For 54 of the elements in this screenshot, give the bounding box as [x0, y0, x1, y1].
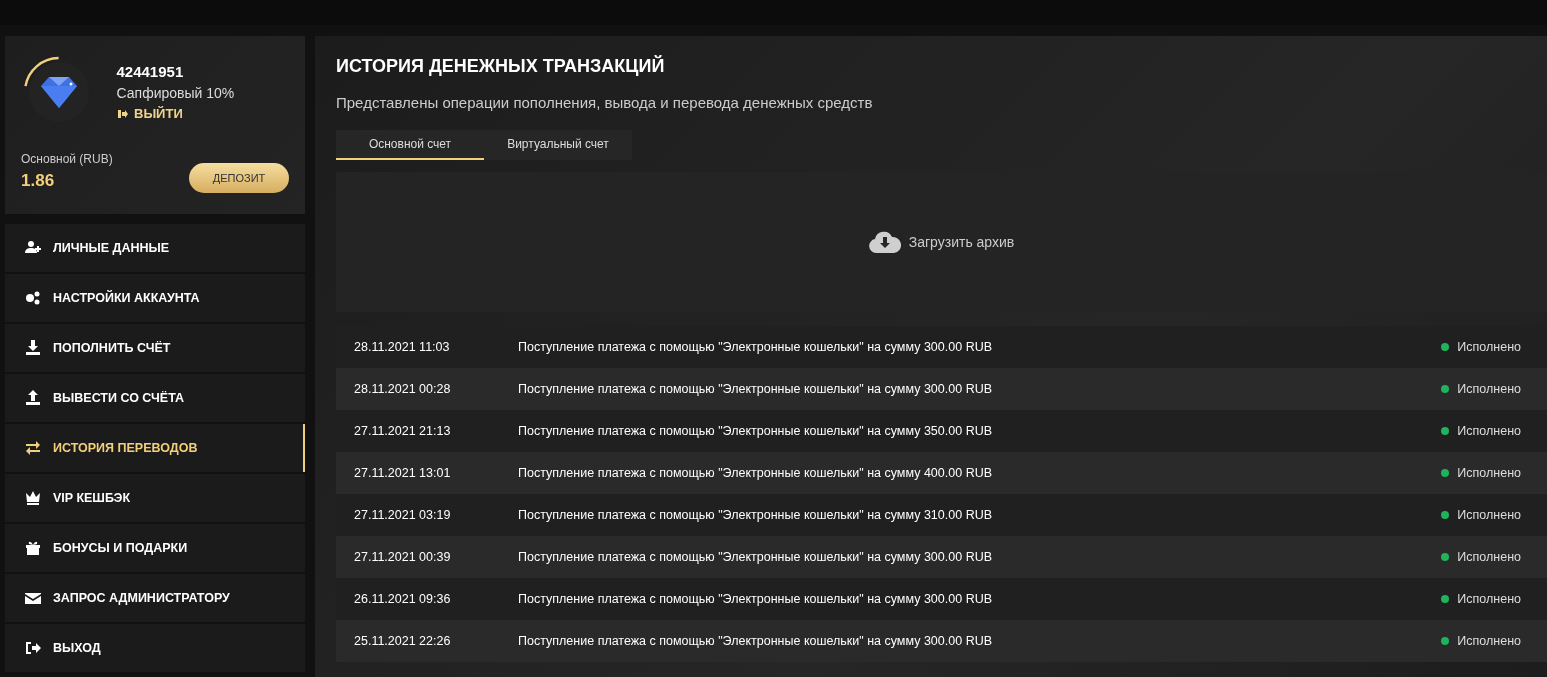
transaction-date: 26.11.2021 09:36	[354, 590, 452, 608]
transaction-description: Поступление платежа с помощью "Электронные кошельки" на сумму 300.00 RUB	[518, 590, 994, 608]
sidebar-item[interactable]: ПОПОЛНИТЬ СЧЁТ	[5, 324, 305, 372]
status-text: Исполнено	[1457, 422, 1521, 440]
level-name: Сапфировый 10%	[116, 84, 235, 103]
upload-icon	[25, 390, 41, 406]
status-text: Исполнено	[1457, 506, 1521, 524]
status-text: Исполнено	[1457, 548, 1521, 566]
sidebar-item[interactable]: ВЫХОД	[5, 624, 305, 672]
download-archive-button[interactable]: Загрузить архив	[862, 230, 1021, 255]
account-tab[interactable]: Виртуальный счет	[484, 130, 632, 161]
sidebar-item[interactable]: ИСТОРИЯ ПЕРЕВОДОВ	[5, 424, 305, 472]
transaction-description: Поступление платежа с помощью "Электронные кошельки" на сумму 300.00 RUB	[518, 380, 994, 398]
transaction-description: Поступление платежа с помощью "Электронные кошельки" на сумму 310.00 RUB	[518, 506, 994, 524]
transfer-arrows-icon	[25, 440, 41, 456]
transaction-description: Поступление платежа с помощью "Электронные кошельки" на сумму 300.00 RUB	[518, 338, 994, 356]
status-text: Исполнено	[1457, 380, 1521, 398]
sidebar-item[interactable]: ЗАПРОС АДМИНИСТРАТОРУ	[5, 574, 305, 622]
sidebar-item[interactable]: НАСТРОЙКИ АККАУНТА	[5, 274, 305, 322]
cloud-download-icon	[868, 231, 901, 254]
user-add-icon	[25, 240, 41, 256]
status-text: Исполнено	[1457, 590, 1521, 608]
transaction-date: 27.11.2021 21:13	[354, 422, 452, 440]
account-tab[interactable]: Основной счет	[336, 130, 484, 161]
sidebar-item[interactable]: ВЫВЕСТИ СО СЧЁТА	[5, 374, 305, 422]
transaction-date: 27.11.2021 03:19	[354, 506, 452, 524]
status-text: Исполнено	[1457, 464, 1521, 482]
page-subtitle: Представлены операции пополнения, вывода и перевода денежных средств	[336, 92, 874, 113]
transaction-description: Поступление платежа с помощью "Электронные кошельки" на сумму 300.00 RUB	[518, 632, 994, 650]
logout-icon	[25, 640, 41, 656]
transaction-date: 27.11.2021 00:39	[354, 548, 452, 566]
page-title: ИСТОРИЯ ДЕНЕЖНЫХ ТРАНЗАКЦИЙ	[336, 56, 666, 78]
status-text: Исполнено	[1457, 632, 1521, 650]
logout-link[interactable]: ВЫЙТИ	[116, 104, 235, 124]
transaction-date: 28.11.2021 00:28	[354, 380, 452, 398]
gift-icon	[25, 540, 41, 556]
download-icon	[25, 340, 41, 356]
status-text: Исполнено	[1457, 338, 1521, 356]
sidebar-item[interactable]: VIP КЕШБЭК	[5, 474, 305, 522]
transaction-date: 28.11.2021 11:03	[354, 338, 451, 356]
user-id: 42441951	[116, 61, 185, 82]
balance-label: Основной (RUB)	[21, 150, 113, 168]
envelope-icon	[25, 590, 41, 606]
transaction-description: Поступление платежа с помощью "Электронные кошельки" на сумму 350.00 RUB	[518, 422, 994, 440]
transaction-date: 27.11.2021 13:01	[354, 464, 452, 482]
transaction-description: Поступление платежа с помощью "Электронные кошельки" на сумму 300.00 RUB	[518, 548, 994, 566]
transaction-description: Поступление платежа с помощью "Электронные кошельки" на сумму 400.00 RUB	[518, 464, 994, 482]
balance-amount: 1.86	[21, 169, 56, 192]
deposit-button[interactable]: ДЕПОЗИТ	[189, 163, 289, 193]
crown-icon	[25, 490, 41, 506]
sidebar-item[interactable]: БОНУСЫ И ПОДАРКИ	[5, 524, 305, 572]
logout-icon	[116, 108, 128, 119]
transaction-date: 25.11.2021 22:26	[354, 632, 452, 650]
sidebar-item[interactable]: ЛИЧНЫЕ ДАННЫЕ	[5, 224, 305, 272]
